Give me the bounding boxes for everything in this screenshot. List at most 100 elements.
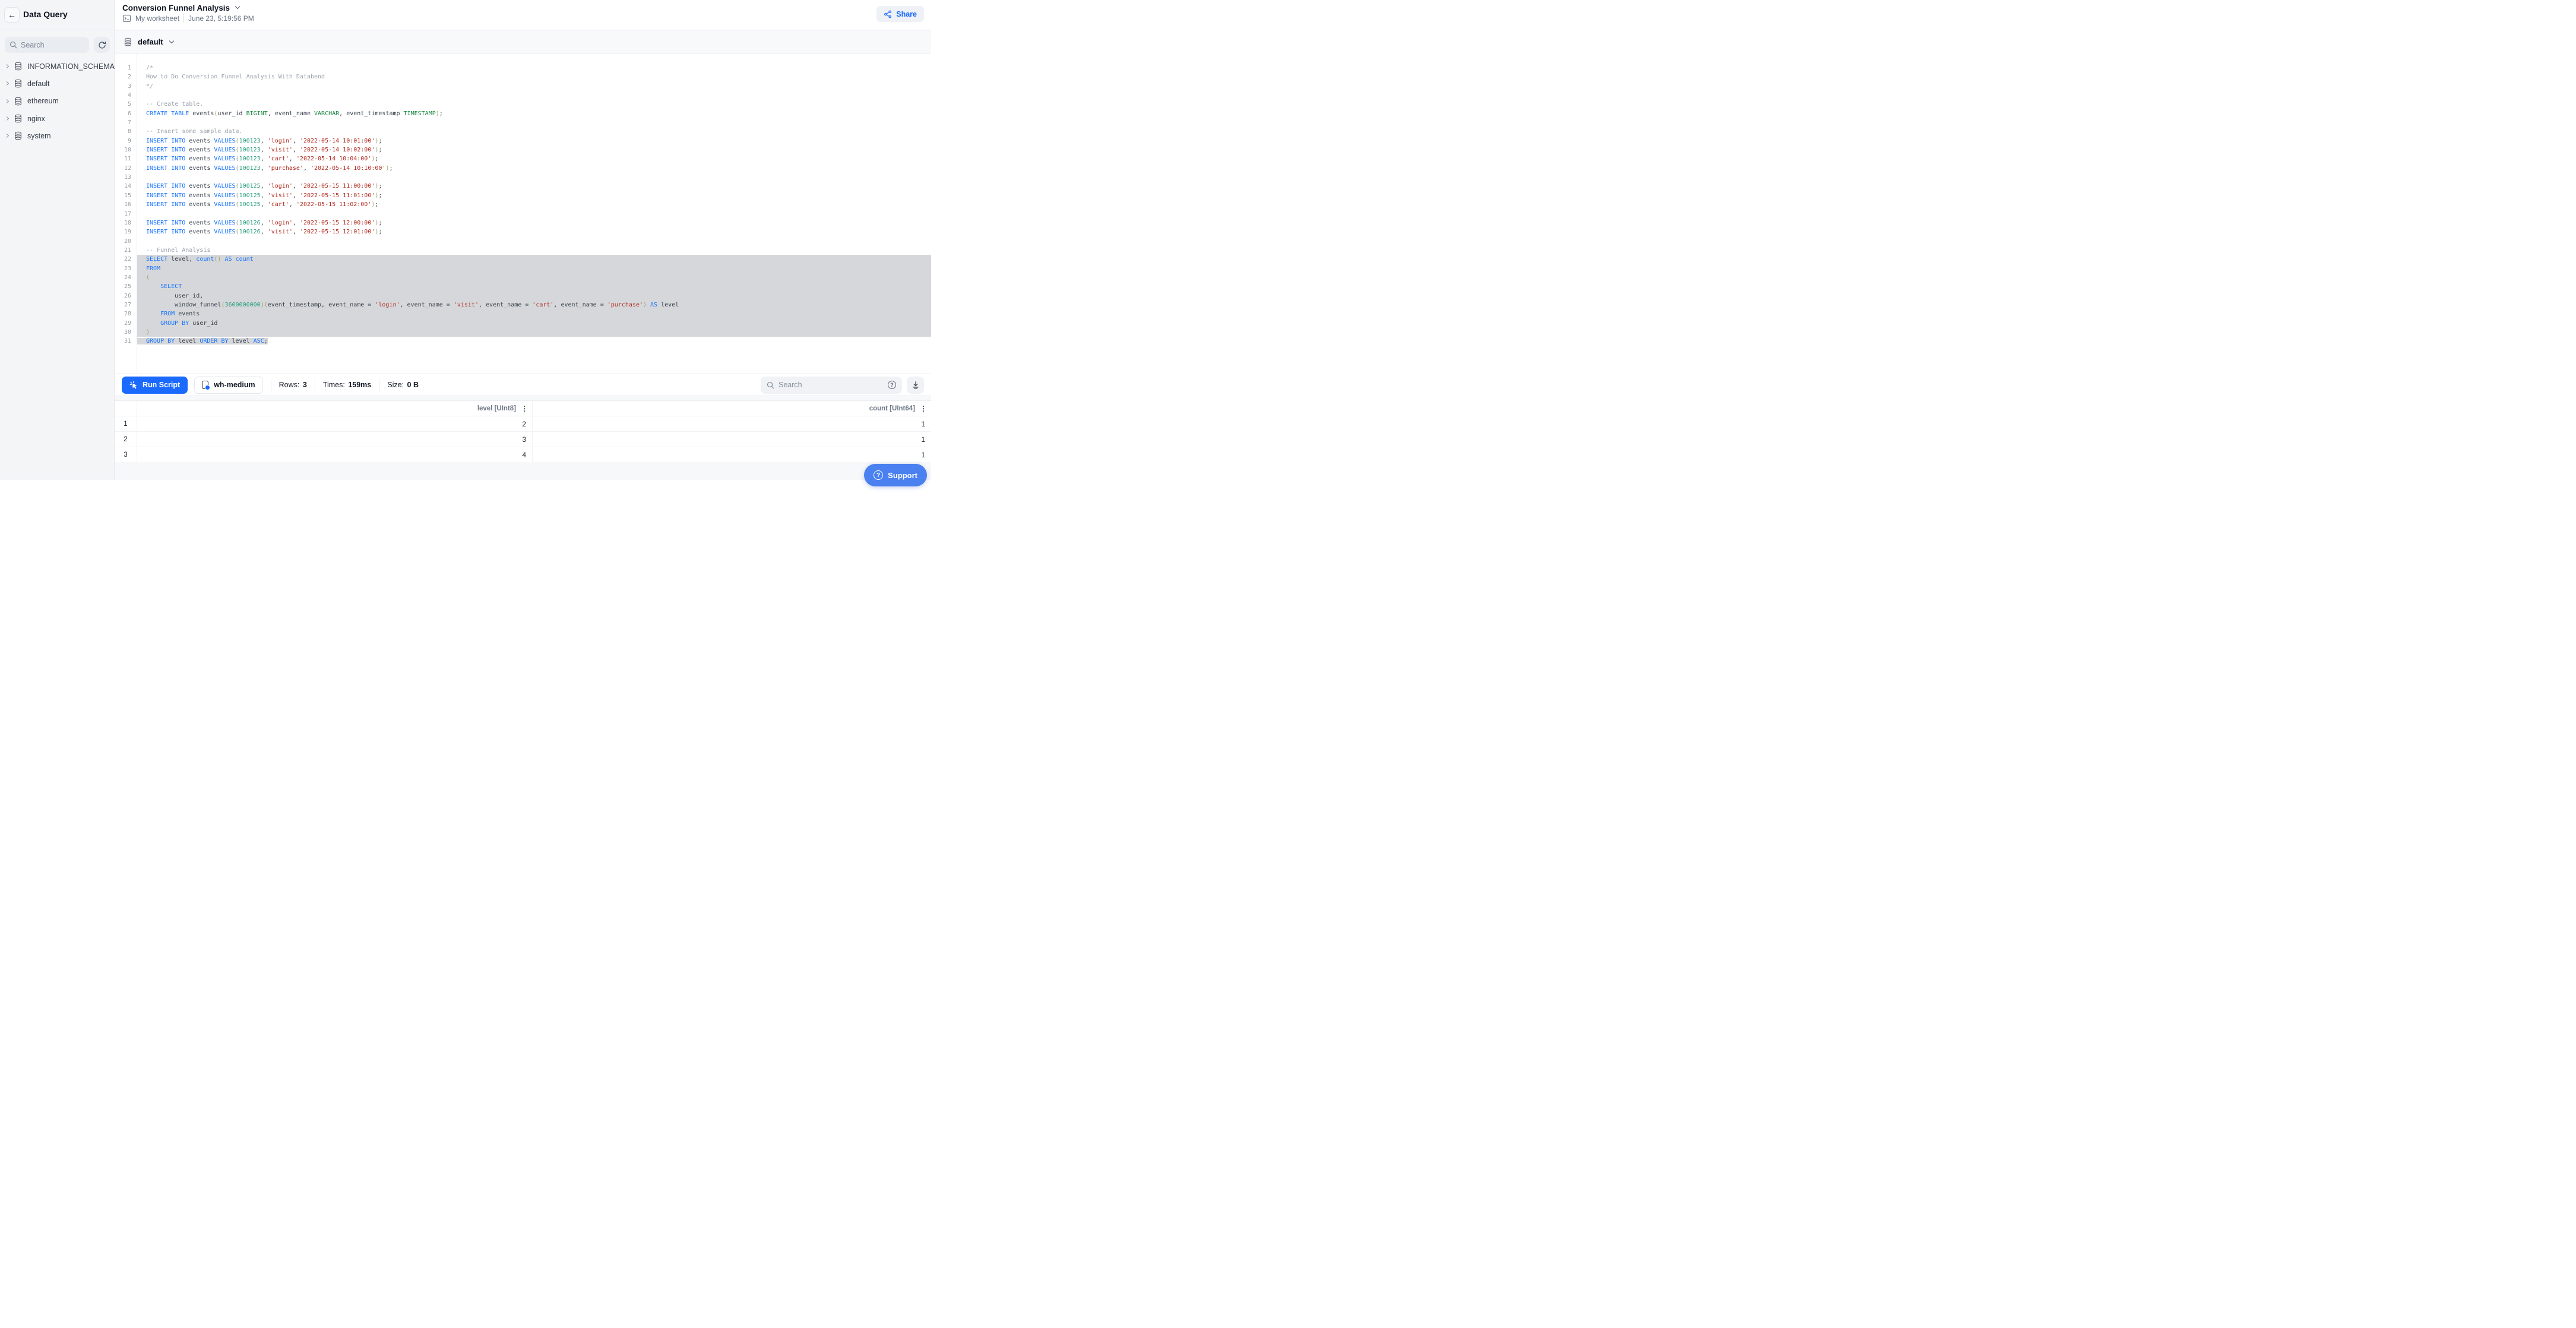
results-body: 121231341	[115, 416, 931, 463]
code-line-27[interactable]: window_funnel(3600000000)(event_timestam…	[137, 301, 931, 309]
code-line-5[interactable]: -- Create table.	[137, 100, 931, 109]
sidebar-item-nginx[interactable]: nginx	[0, 110, 114, 127]
warehouse-icon	[202, 381, 208, 389]
code-line-1[interactable]: /*	[137, 64, 931, 72]
code-line-8[interactable]: -- Insert some sample data.	[137, 127, 931, 136]
database-icon	[14, 97, 23, 106]
code-line-26[interactable]: user_id,	[137, 292, 931, 301]
code-line-14[interactable]: INSERT INTO events VALUES(100125, 'login…	[137, 182, 931, 191]
code-line-28[interactable]: FROM events	[137, 309, 931, 318]
line-number: 20	[115, 237, 137, 246]
results-search-placeholder: Search	[779, 381, 884, 389]
line-number: 1	[115, 64, 137, 72]
code-line-2[interactable]: How to Do Conversion Funnel Analysis Wit…	[137, 72, 931, 81]
code-line-19[interactable]: INSERT INTO events VALUES(100126, 'visit…	[137, 227, 931, 236]
code-line-29[interactable]: GROUP BY user_id	[137, 319, 931, 328]
stat-rows: Rows: 3	[279, 381, 307, 389]
page-title: Data Query	[23, 10, 68, 19]
warehouse-name: wh-medium	[214, 381, 255, 389]
sql-editor[interactable]: 1234567891011121314151617181920212223242…	[115, 54, 931, 374]
database-name: default	[27, 80, 50, 88]
line-number: 25	[115, 282, 137, 291]
run-cursor-icon	[129, 381, 138, 390]
line-number: 22	[115, 255, 137, 264]
sidebar-item-system[interactable]: system	[0, 127, 114, 144]
help-icon[interactable]: ?	[888, 381, 896, 389]
line-number: 29	[115, 319, 137, 328]
count-cell: 1	[533, 432, 931, 447]
database-name: nginx	[27, 115, 45, 123]
back-button[interactable]: ←	[4, 7, 20, 23]
code-line-23[interactable]: FROM	[137, 264, 931, 273]
results-search-input[interactable]: Search ?	[761, 377, 902, 394]
code-line-30[interactable]: )	[137, 328, 931, 337]
editor-code[interactable]: /*How to Do Conversion Funnel Analysis W…	[137, 54, 931, 374]
line-number: 12	[115, 164, 137, 173]
stat-times: Times: 159ms	[323, 381, 371, 389]
column-header-0[interactable]: level [UInt8] ⋮	[137, 401, 533, 416]
table-row[interactable]: 341	[115, 447, 931, 463]
line-number: 14	[115, 182, 137, 191]
code-line-18[interactable]: INSERT INTO events VALUES(100126, 'login…	[137, 219, 931, 227]
line-number: 15	[115, 191, 137, 200]
code-line-12[interactable]: INSERT INTO events VALUES(100123, 'purch…	[137, 164, 931, 173]
support-button[interactable]: ? Support	[864, 464, 927, 486]
code-line-15[interactable]: INSERT INTO events VALUES(100125, 'visit…	[137, 191, 931, 200]
sidebar-item-default[interactable]: default	[0, 75, 114, 92]
code-line-10[interactable]: INSERT INTO events VALUES(100123, 'visit…	[137, 146, 931, 154]
results-header-row: level [UInt8]⋮count [UInt64]⋮	[115, 401, 931, 416]
code-line-31[interactable]: GROUP BY level ORDER BY level ASC;	[137, 337, 931, 346]
run-script-button[interactable]: Run Script	[122, 377, 188, 394]
chevron-down-icon	[235, 4, 240, 9]
table-row[interactable]: 231	[115, 432, 931, 447]
code-line-24[interactable]: (	[137, 273, 931, 282]
column-label: level [UInt8]	[477, 405, 516, 412]
search-icon	[767, 381, 774, 389]
question-circle-icon: ?	[874, 470, 883, 480]
code-line-11[interactable]: INSERT INTO events VALUES(100123, 'cart'…	[137, 154, 931, 163]
column-menu-icon[interactable]: ⋮	[919, 405, 928, 412]
line-number: 27	[115, 301, 137, 309]
stat-size: Size: 0 B	[387, 381, 419, 389]
code-line-22[interactable]: SELECT level, count() AS count	[137, 255, 931, 264]
row-number-cell: 1	[115, 416, 137, 431]
selected-database: default	[138, 37, 163, 46]
code-line-6[interactable]: CREATE TABLE events(user_id BIGINT, even…	[137, 109, 931, 118]
code-line-7[interactable]	[137, 118, 931, 127]
warehouse-selector[interactable]: wh-medium	[194, 377, 262, 394]
results-table: level [UInt8]⋮count [UInt64]⋮ 121231341	[115, 400, 931, 463]
database-selector[interactable]: default	[115, 31, 931, 53]
sidebar-search-input[interactable]: Search	[5, 37, 89, 53]
line-number: 2	[115, 72, 137, 81]
code-line-3[interactable]: */	[137, 82, 931, 91]
refresh-button[interactable]	[94, 37, 110, 53]
results-footer	[115, 462, 931, 480]
row-number-cell: 3	[115, 447, 137, 462]
line-number: 19	[115, 227, 137, 236]
worksheet-title-dropdown[interactable]: Conversion Funnel Analysis	[122, 2, 239, 13]
database-tree: INFORMATION_SCHEMAdefault ethereum nginx sy…	[0, 58, 114, 144]
code-line-13[interactable]	[137, 173, 931, 182]
table-row[interactable]: 121	[115, 416, 931, 432]
line-number: 8	[115, 127, 137, 136]
code-line-17[interactable]	[137, 210, 931, 219]
download-button[interactable]	[907, 377, 924, 394]
share-button[interactable]: Share	[876, 6, 924, 22]
column-header-1[interactable]: count [UInt64]⋮	[533, 401, 931, 416]
code-line-9[interactable]: INSERT INTO events VALUES(100123, 'login…	[137, 137, 931, 146]
sidebar-item-ethereum[interactable]: ethereum	[0, 93, 114, 110]
sidebar: ← Data Query Search INFORMATION_SCHEMAde…	[0, 0, 115, 480]
column-menu-icon[interactable]: ⋮	[520, 405, 529, 412]
worksheet-timestamp: June 23, 5:19:56 PM	[188, 14, 254, 23]
line-number: 18	[115, 219, 137, 227]
code-line-25[interactable]: SELECT	[137, 282, 931, 291]
share-label: Share	[896, 10, 917, 18]
line-number: 17	[115, 210, 137, 219]
code-line-4[interactable]	[137, 91, 931, 100]
code-line-21[interactable]: -- Funnel Analysis	[137, 246, 931, 255]
code-line-16[interactable]: INSERT INTO events VALUES(100125, 'cart'…	[137, 200, 931, 209]
main-area: Conversion Funnel Analysis My worksheet …	[115, 0, 931, 480]
code-line-20[interactable]	[137, 237, 931, 246]
sidebar-item-information_schema[interactable]: INFORMATION_SCHEMA	[0, 58, 114, 75]
download-icon	[912, 381, 920, 389]
